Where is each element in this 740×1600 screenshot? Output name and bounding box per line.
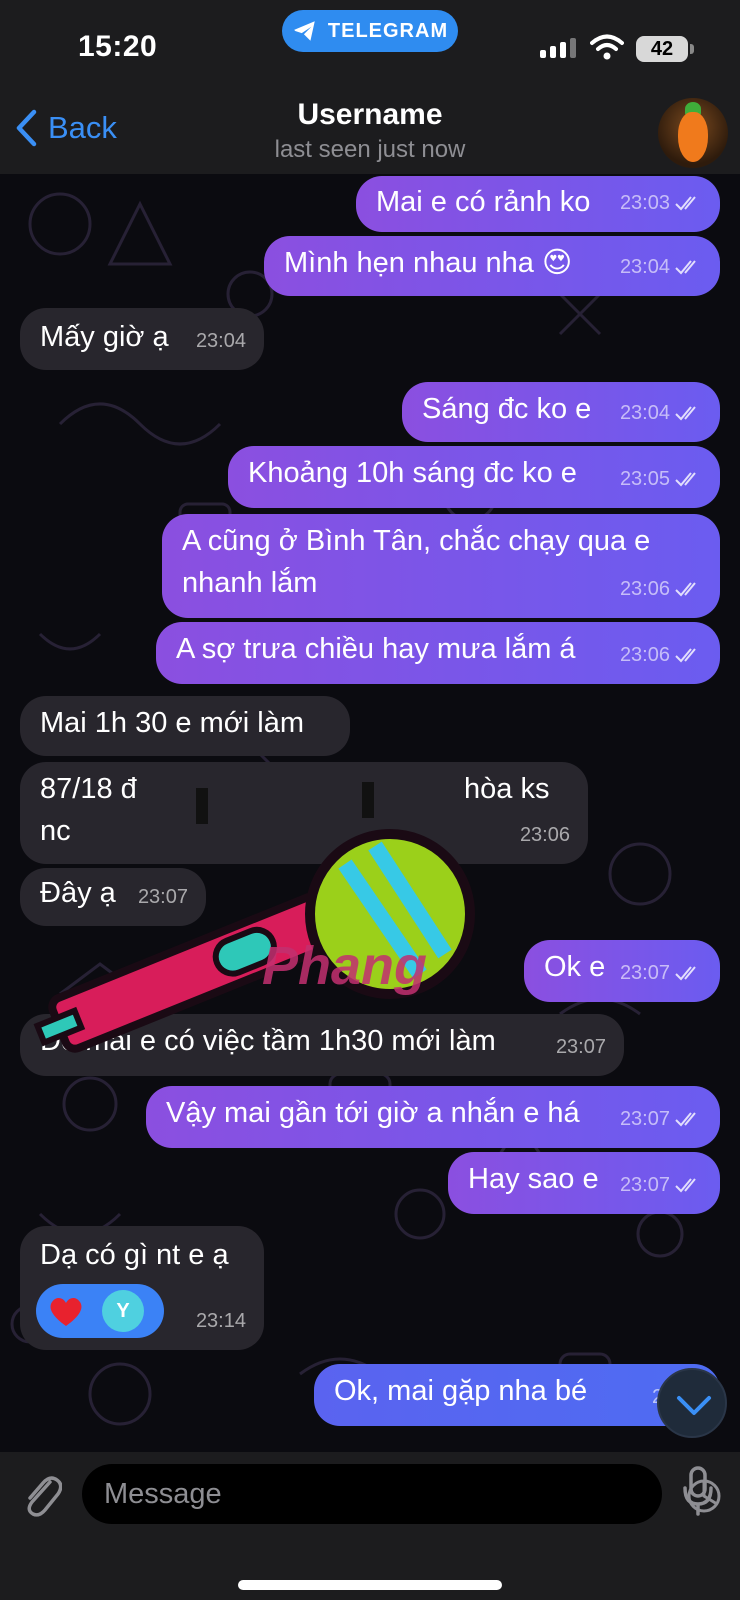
double-check-icon	[675, 648, 696, 663]
message-time: 23:06	[519, 824, 570, 846]
message-incoming[interactable]: Mai 1h 30 e mới làm	[20, 696, 350, 756]
message-time: 23:07	[555, 1036, 606, 1058]
signal-icon	[540, 38, 576, 58]
battery-icon: 42	[636, 36, 688, 62]
home-indicator[interactable]	[238, 1580, 502, 1590]
message-text-line1-end: hòa ks	[464, 773, 550, 805]
last-seen-status: last seen just now	[274, 136, 466, 163]
paperclip-icon[interactable]	[20, 1470, 62, 1518]
telegram-pill[interactable]: TELEGRAM	[282, 10, 458, 52]
message-meta: 23:04	[620, 246, 702, 288]
scroll-to-bottom-button[interactable]	[657, 1368, 727, 1438]
double-check-icon	[675, 196, 696, 211]
message-text: Đây ạ	[40, 877, 116, 909]
message-meta: 23:07	[620, 1164, 702, 1206]
message-text: Mai 1h 30 e mới làm	[40, 707, 305, 739]
status-bar: 15:20 TELEGRAM 42	[0, 0, 740, 92]
message-time: 23:06	[619, 644, 670, 666]
message-meta: 23:07	[620, 952, 702, 994]
message-text: Do mai e có việc tầm 1h30 mới làm	[40, 1025, 496, 1057]
message-incoming[interactable]: Dạ có gì nt e ạ Y 23:14	[20, 1226, 264, 1350]
message-time: 23:07	[619, 1174, 670, 1196]
message-text: Hay sao e	[468, 1163, 599, 1195]
message-list[interactable]: Mai e có rảnh ko 23:03 Mình hẹn nhau nha…	[0, 174, 740, 1452]
message-meta: 23:14	[196, 1300, 246, 1342]
message-time: 23:06	[619, 578, 670, 600]
message-outgoing[interactable]: Mình hẹn nhau nha 😍 23:04	[264, 236, 720, 296]
message-text: Ok, mai gặp nha bé	[334, 1375, 588, 1407]
message-incoming[interactable]: Mấy giờ ạ 23:04	[20, 308, 264, 370]
reaction-chip[interactable]: Y	[36, 1284, 164, 1338]
double-check-icon	[675, 1112, 696, 1127]
message-text: Mình hẹn nhau nha 😍	[284, 247, 573, 279]
message-text: Mai e có rảnh ko	[376, 186, 591, 218]
message-text-line1: 87/18 đ	[40, 773, 137, 805]
status-time: 15:20	[78, 30, 158, 63]
chat-title[interactable]: Username	[0, 98, 740, 132]
message-field[interactable]	[82, 1464, 721, 1524]
message-incoming[interactable]: Do mai e có việc tầm 1h30 mới làm 23:07	[20, 1014, 624, 1076]
message-outgoing[interactable]: A cũng ở Bình Tân, chắc chạy qua e nhanh…	[162, 514, 720, 618]
message-meta: 23:07	[138, 876, 188, 918]
message-text: Khoảng 10h sáng đc ko e	[248, 457, 577, 489]
message-outgoing[interactable]: Vậy mai gần tới giờ a nhắn e há 23:07	[146, 1086, 720, 1148]
reaction-avatar: Y	[102, 1290, 144, 1332]
message-meta: 23:05	[620, 458, 702, 500]
message-meta: 23:06	[520, 814, 570, 856]
message-time: 23:07	[619, 1108, 670, 1130]
message-text: A sợ trưa chiều hay mưa lắm á	[176, 633, 576, 665]
telegram-icon	[294, 21, 315, 41]
message-meta: 23:03	[620, 182, 702, 224]
message-incoming[interactable]: Đây ạ 23:07	[20, 868, 206, 926]
message-text: Vậy mai gần tới giờ a nhắn e há	[166, 1097, 580, 1129]
chevron-down-icon	[677, 1396, 711, 1415]
battery-tip	[690, 44, 694, 54]
message-outgoing[interactable]: Hay sao e 23:07	[448, 1152, 720, 1214]
double-check-icon	[675, 966, 696, 981]
message-meta: 23:06	[620, 568, 702, 610]
double-check-icon	[675, 406, 696, 421]
message-outgoing[interactable]: Khoảng 10h sáng đc ko e 23:05	[228, 446, 720, 508]
wifi-icon	[590, 34, 624, 60]
chat-header: Back Username last seen just now	[0, 92, 740, 174]
telegram-pill-label: TELEGRAM	[327, 19, 449, 42]
microphone-icon[interactable]	[682, 1466, 714, 1518]
message-text: Dạ có gì nt e ạ	[40, 1239, 229, 1271]
message-time: 23:04	[195, 330, 246, 352]
composer-bar	[0, 1452, 740, 1600]
message-time: 23:07	[137, 886, 188, 908]
message-meta: 23:04	[620, 392, 702, 434]
message-outgoing[interactable]: Ok e 23:07	[524, 940, 720, 1002]
message-time: 23:04	[619, 256, 670, 278]
message-input[interactable]	[104, 1464, 584, 1524]
carrot-icon	[678, 112, 708, 162]
message-incoming[interactable]: 87/18 đ hòa ks nc 23:06	[20, 762, 588, 864]
double-check-icon	[675, 582, 696, 597]
message-meta: 23:07	[556, 1026, 606, 1068]
message-text-line2: nc	[40, 815, 71, 847]
message-text-line1: A cũng ở Bình Tân, chắc chạy qua e	[182, 525, 651, 557]
message-outgoing[interactable]: Sáng đc ko e 23:04	[402, 382, 720, 442]
message-text: Mấy giờ ạ	[40, 321, 169, 353]
message-outgoing[interactable]: A sợ trưa chiều hay mưa lắm á 23:06	[156, 622, 720, 684]
message-outgoing[interactable]: Mai e có rảnh ko 23:03	[356, 176, 720, 232]
message-text: Ok e	[544, 951, 606, 983]
message-time: 23:05	[619, 468, 670, 490]
double-check-icon	[675, 472, 696, 487]
double-check-icon	[675, 1178, 696, 1193]
message-meta: 23:06	[620, 634, 702, 676]
message-time: 23:07	[619, 962, 670, 984]
message-text: Sáng đc ko e	[422, 393, 592, 425]
message-time: 23:14	[195, 1310, 246, 1332]
message-meta: 23:07	[620, 1098, 702, 1140]
message-time: 23:04	[619, 402, 670, 424]
message-meta: 23:04	[196, 320, 246, 362]
message-time: 23:03	[619, 192, 670, 214]
double-check-icon	[675, 260, 696, 275]
avatar[interactable]	[658, 98, 728, 168]
heart-icon	[50, 1297, 82, 1326]
